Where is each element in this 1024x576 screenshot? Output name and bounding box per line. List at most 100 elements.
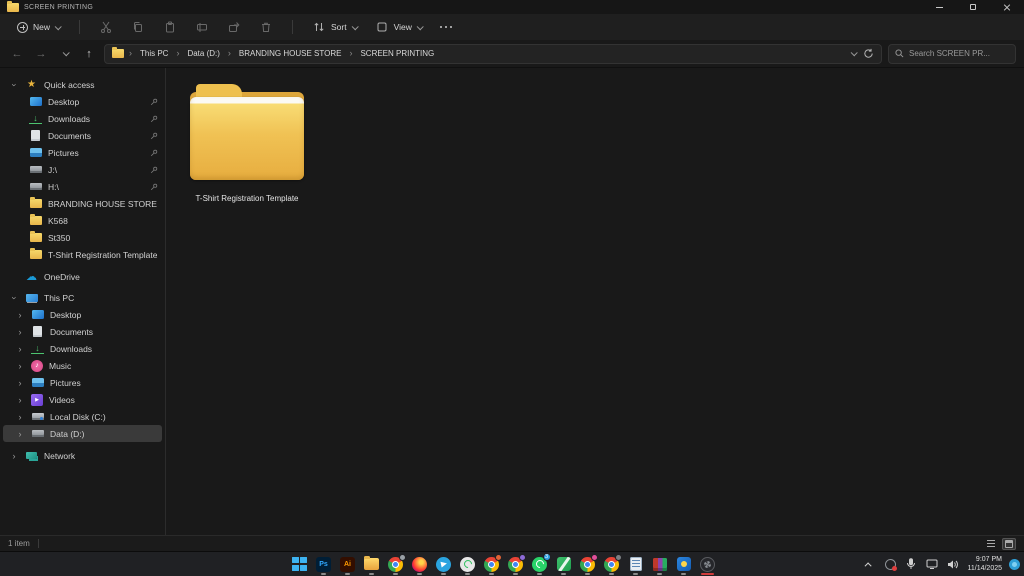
- network-icon: [25, 449, 38, 462]
- copy-button[interactable]: [124, 16, 152, 38]
- breadcrumb-screen-printing[interactable]: SCREEN PRINTING: [357, 47, 437, 60]
- taskbar-chrome-profile-4[interactable]: [603, 553, 620, 575]
- explorer-content: Quick access Desktop Downloads Documents…: [0, 68, 1024, 535]
- sidebar-item-network[interactable]: Network: [3, 447, 162, 464]
- rename-button[interactable]: [188, 16, 216, 38]
- taskbar-telegram[interactable]: [435, 553, 452, 575]
- breadcrumb-data-d[interactable]: Data (D:): [184, 47, 222, 60]
- music-icon: [31, 360, 43, 372]
- taskbar-chrome[interactable]: [387, 553, 404, 575]
- sidebar-item-pc-pictures[interactable]: Pictures: [3, 374, 162, 391]
- display-cast-icon[interactable]: [925, 557, 939, 571]
- taskbar-firefox[interactable]: [411, 553, 428, 575]
- recording-tray-icon[interactable]: [883, 557, 897, 571]
- taskbar-chrome-profile-1[interactable]: [483, 553, 500, 575]
- maximize-button[interactable]: [956, 0, 990, 14]
- chevron-expanded-icon[interactable]: [9, 80, 19, 90]
- taskbar-chrome-profile-3[interactable]: [579, 553, 596, 575]
- chevron-collapsed-icon[interactable]: [15, 327, 25, 337]
- document-icon: [29, 129, 42, 142]
- chevron-collapsed-icon[interactable]: [15, 395, 25, 405]
- minimize-button[interactable]: [922, 0, 956, 14]
- back-button[interactable]: ←: [8, 45, 26, 63]
- sidebar-item-pc-downloads[interactable]: Downloads: [3, 340, 162, 357]
- taskbar-winrar[interactable]: [651, 553, 668, 575]
- running-indicator: [513, 573, 518, 575]
- folder-tile-tshirt-registration-template[interactable]: T-Shirt Registration Template: [186, 84, 308, 204]
- sidebar-item-st350[interactable]: St350: [3, 229, 162, 246]
- sidebar-item-local-disk-c[interactable]: Local Disk (C:): [3, 408, 162, 425]
- taskbar-screen-recorder[interactable]: [699, 553, 716, 575]
- search-input[interactable]: [909, 49, 1009, 58]
- chevron-collapsed-icon[interactable]: [9, 451, 19, 461]
- taskbar-photoshop[interactable]: Ps: [315, 553, 332, 575]
- address-bar[interactable]: › This PC › Data (D:) › BRANDING HOUSE S…: [104, 44, 882, 64]
- share-button[interactable]: [220, 16, 248, 38]
- see-more-button[interactable]: [433, 22, 459, 32]
- paste-button[interactable]: [156, 16, 184, 38]
- chevron-collapsed-icon[interactable]: [15, 378, 25, 388]
- up-button[interactable]: ↑: [80, 45, 98, 63]
- chevron-expanded-icon[interactable]: [9, 293, 19, 303]
- cut-button[interactable]: [92, 16, 120, 38]
- taskbar-photos[interactable]: [675, 553, 692, 575]
- address-dropdown-icon[interactable]: [851, 49, 858, 56]
- chevron-collapsed-icon[interactable]: [15, 344, 25, 354]
- tray-date: 11/14/2025: [967, 564, 1002, 573]
- microphone-icon[interactable]: [904, 557, 918, 571]
- taskbar-whatsapp-desktop[interactable]: [459, 553, 476, 575]
- sidebar-item-downloads[interactable]: Downloads: [3, 110, 162, 127]
- chevron-collapsed-icon[interactable]: [15, 412, 25, 422]
- taskbar-chrome-profile-2[interactable]: [507, 553, 524, 575]
- view-icon: [375, 20, 389, 34]
- clock[interactable]: 9:07 PM 11/14/2025: [967, 555, 1002, 574]
- sidebar-item-data-d[interactable]: Data (D:): [3, 425, 162, 442]
- sidebar-section-quick-access[interactable]: Quick access: [3, 76, 162, 93]
- close-button[interactable]: [990, 0, 1024, 14]
- sidebar-item-pictures[interactable]: Pictures: [3, 144, 162, 161]
- sidebar-item-h-drive[interactable]: H:\: [3, 178, 162, 195]
- taskbar-green-notes-app[interactable]: [555, 553, 572, 575]
- sidebar-item-pc-music[interactable]: Music: [3, 357, 162, 374]
- volume-icon[interactable]: [946, 557, 960, 571]
- profile-badge: [615, 554, 622, 561]
- view-button[interactable]: View: [368, 16, 429, 38]
- details-view-button[interactable]: [984, 538, 998, 550]
- start-button[interactable]: [291, 553, 308, 575]
- pin-icon: [150, 183, 158, 191]
- chevron-collapsed-icon[interactable]: [15, 361, 25, 371]
- refresh-button[interactable]: [861, 47, 875, 61]
- breadcrumb-this-pc[interactable]: This PC: [137, 47, 171, 60]
- files-pane[interactable]: T-Shirt Registration Template: [166, 68, 1024, 535]
- recent-locations-button[interactable]: [56, 45, 74, 63]
- hidden-icons-button[interactable]: [862, 557, 876, 571]
- search-box[interactable]: [888, 44, 1016, 64]
- sidebar-item-onedrive[interactable]: OneDrive: [3, 268, 162, 285]
- sidebar-item-pc-desktop[interactable]: Desktop: [3, 306, 162, 323]
- sidebar-item-pc-documents[interactable]: Documents: [3, 323, 162, 340]
- sidebar-item-documents[interactable]: Documents: [3, 127, 162, 144]
- breadcrumb-branding-house-store[interactable]: BRANDING HOUSE STORE: [236, 47, 345, 60]
- sort-button[interactable]: Sort: [305, 16, 364, 38]
- chevron-collapsed-icon[interactable]: [15, 310, 25, 320]
- sidebar-section-this-pc[interactable]: This PC: [3, 289, 162, 306]
- taskbar-whatsapp[interactable]: 3: [531, 553, 548, 575]
- window-titlebar[interactable]: SCREEN PRINTING: [0, 0, 1024, 14]
- sidebar-item-branding-house-store[interactable]: BRANDING HOUSE STORE: [3, 195, 162, 212]
- sidebar-item-desktop[interactable]: Desktop: [3, 93, 162, 110]
- running-indicator: [609, 573, 614, 575]
- forward-button[interactable]: →: [32, 45, 50, 63]
- sidebar-item-tshirt-registration-template[interactable]: T-Shirt Registration Template: [3, 246, 162, 263]
- taskbar-file-explorer[interactable]: [363, 553, 380, 575]
- notification-center-icon[interactable]: [1009, 559, 1020, 570]
- taskbar-notepad[interactable]: [627, 553, 644, 575]
- chevron-collapsed-icon[interactable]: [15, 429, 25, 439]
- new-button[interactable]: New: [10, 18, 67, 37]
- sidebar-item-k568[interactable]: K568: [3, 212, 162, 229]
- profile-badge: [519, 554, 526, 561]
- taskbar-illustrator[interactable]: Ai: [339, 553, 356, 575]
- delete-button[interactable]: [252, 16, 280, 38]
- sidebar-item-pc-videos[interactable]: Videos: [3, 391, 162, 408]
- large-icons-view-button[interactable]: [1002, 538, 1016, 550]
- sidebar-item-j-drive[interactable]: J:\: [3, 161, 162, 178]
